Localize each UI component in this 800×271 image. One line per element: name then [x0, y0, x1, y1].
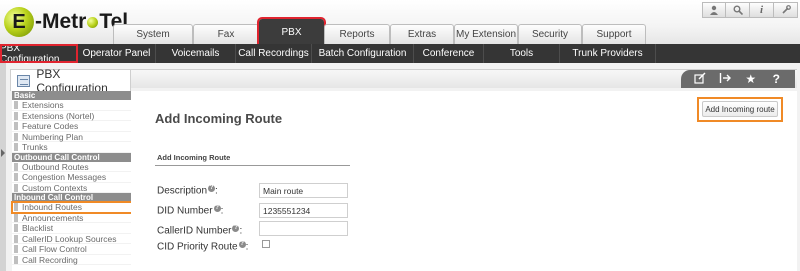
star-icon[interactable]: ★ — [743, 72, 759, 86]
submenu-conference[interactable]: Conference — [414, 44, 484, 63]
help-icon[interactable]: ? — [208, 185, 216, 192]
logo-letter: E — [4, 7, 34, 37]
sidebar-item-extensions-nortel[interactable]: Extensions (Nortel) — [12, 111, 131, 121]
help-icon[interactable]: ? — [232, 225, 240, 232]
sidebar-item-blacklist[interactable]: Blacklist — [12, 223, 131, 234]
description-field[interactable] — [259, 183, 348, 198]
tab-support[interactable]: Support — [582, 24, 646, 44]
tab-extras[interactable]: Extras — [390, 24, 454, 44]
sidebar-item-custom-contexts[interactable]: Custom Contexts — [12, 183, 131, 193]
sidebar-item-call-recording[interactable]: Call Recording — [12, 255, 131, 265]
help-icon[interactable]: ? — [213, 205, 221, 212]
tab-reports[interactable]: Reports — [324, 24, 390, 44]
help-icon[interactable]: ? — [238, 241, 246, 248]
did-number-label: DID Number?: — [157, 205, 224, 217]
cid-priority-route-label: CID Priority Route?: — [157, 241, 249, 253]
sidebar-item-extensions[interactable]: Extensions — [12, 100, 131, 111]
submenu-pbx-configuration[interactable]: PBX Configuration — [0, 43, 78, 65]
help-icon[interactable]: ? — [768, 72, 784, 86]
submenu-batch-configuration[interactable]: Batch Configuration — [312, 44, 414, 63]
logo-text-part: -Metr — [35, 10, 87, 33]
section-divider — [155, 165, 350, 166]
tab-pbx[interactable]: PBX — [257, 17, 326, 46]
callerid-number-field[interactable] — [259, 221, 348, 236]
expand-arrow-icon[interactable] — [1, 149, 5, 157]
sidebar-item-numbering-plan[interactable]: Numbering Plan — [12, 132, 131, 142]
sidebar-group-basic: Basic — [12, 91, 131, 100]
page-title: Add Incoming Route — [155, 111, 283, 126]
callerid-number-label: CallerID Number?: — [157, 225, 243, 237]
submenu-tools[interactable]: Tools — [484, 44, 560, 63]
description-label: Description?: — [157, 185, 218, 197]
sidebar-item-trunks[interactable]: Trunks — [12, 142, 131, 153]
export-icon[interactable] — [717, 72, 733, 87]
callerid-number-label-text: CallerID Number — [157, 225, 232, 237]
cid-priority-route-checkbox[interactable] — [262, 240, 270, 248]
module-actions: ★ ? — [681, 70, 795, 88]
sidebar-item-callerid-lookup-sources[interactable]: CallerID Lookup Sources — [12, 234, 131, 244]
add-incoming-route-button[interactable]: Add Incoming route — [702, 101, 778, 117]
did-number-label-text: DID Number — [157, 205, 213, 217]
sidebar-group-outbound: Outbound Call Control — [12, 152, 131, 162]
tab-security[interactable]: Security — [518, 24, 582, 44]
module-title-tab: PBX Configuration — [10, 67, 131, 95]
sidebar-item-congestion-messages[interactable]: Congestion Messages — [12, 172, 131, 183]
submenu-call-recordings[interactable]: Call Recordings — [236, 44, 312, 63]
submenu-voicemails[interactable]: Voicemails — [156, 44, 236, 63]
sidebar-toggle-strip[interactable] — [0, 63, 6, 271]
search-icon[interactable] — [726, 2, 750, 18]
section-label: Add Incoming Route — [157, 153, 231, 162]
did-number-field[interactable] — [259, 203, 348, 218]
main-tabs: System Fax PBX Reports Extras My Extensi… — [113, 17, 646, 46]
elastix-logo: E -Metr Tel — [4, 6, 128, 38]
top-icons: i — [702, 2, 798, 18]
module-icon — [17, 74, 31, 87]
user-icon[interactable] — [702, 2, 726, 18]
logo-dot-icon — [87, 16, 99, 28]
sidebar-item-call-flow-control[interactable]: Call Flow Control — [12, 244, 131, 255]
sidebar-item-outbound-routes[interactable]: Outbound Routes — [12, 162, 131, 172]
pbx-submenu: PBX Configuration Operator Panel Voicema… — [0, 43, 800, 65]
sidebar-item-inbound-routes[interactable]: Inbound Routes — [11, 201, 133, 214]
cid-priority-route-label-text: CID Priority Route — [157, 241, 238, 253]
edit-icon[interactable] — [692, 72, 708, 87]
sidebar: Basic Extensions Extensions (Nortel) Fea… — [11, 91, 133, 271]
sidebar-item-feature-codes[interactable]: Feature Codes — [12, 121, 131, 132]
sidebar-group-inbound: Inbound Call Control — [12, 193, 131, 202]
description-label-text: Description — [157, 185, 208, 197]
wrench-icon[interactable] — [774, 2, 798, 18]
submenu-trunk-providers[interactable]: Trunk Providers — [560, 44, 656, 63]
info-icon[interactable]: i — [750, 2, 774, 18]
tab-my-extension[interactable]: My Extension — [454, 24, 518, 44]
tab-system[interactable]: System — [113, 24, 193, 44]
app-header: E -Metr Tel System Fax PBX Reports Extras… — [0, 0, 800, 46]
tab-fax[interactable]: Fax — [193, 24, 259, 44]
sidebar-item-announcements[interactable]: Announcements — [12, 213, 131, 223]
submenu-operator-panel[interactable]: Operator Panel — [78, 44, 156, 63]
